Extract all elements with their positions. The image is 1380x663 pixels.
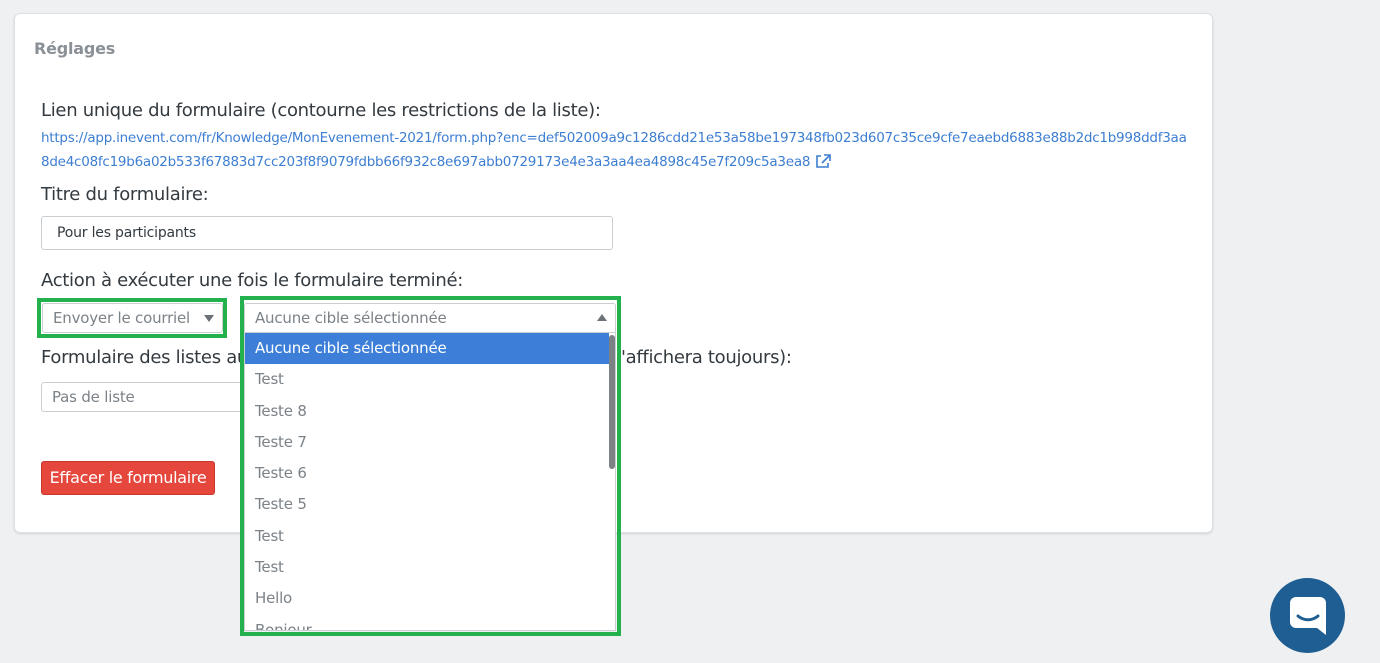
dropdown-option[interactable]: Teste 5	[245, 489, 615, 520]
dropdown-option[interactable]: Test	[245, 364, 615, 395]
dropdown-option[interactable]: Aucune cible sélectionnée	[245, 333, 609, 365]
action-select-value: Envoyer le courriel	[53, 309, 191, 327]
lists-select-value: Pas de liste	[52, 388, 135, 406]
unique-link-label: Lien unique du formulaire (contourne les…	[41, 100, 601, 121]
dropdown-option[interactable]: Hello	[245, 583, 615, 614]
dropdown-option[interactable]: Test	[245, 552, 615, 583]
chat-icon	[1290, 597, 1326, 635]
dropdown-scrollbar[interactable]	[609, 335, 615, 469]
form-title-input[interactable]: Pour les participants	[41, 216, 613, 250]
lists-label-right: 'affichera toujours):	[621, 347, 792, 368]
target-select-value: Aucune cible sélectionnée	[255, 309, 447, 327]
dropdown-option[interactable]: Teste 8	[245, 396, 615, 427]
lists-select[interactable]: Pas de liste	[41, 382, 261, 412]
dropdown-option[interactable]: Teste 7	[245, 427, 615, 458]
target-dropdown-list[interactable]: Aucune cible sélectionnée Test Teste 8 T…	[244, 333, 616, 631]
chat-launcher-button[interactable]	[1270, 578, 1345, 653]
caret-down-icon	[204, 315, 214, 322]
external-link-icon	[815, 153, 831, 177]
lists-label-left: Formulaire des listes aut	[41, 347, 255, 368]
form-title-label: Titre du formulaire:	[41, 184, 209, 205]
caret-up-icon	[597, 314, 607, 321]
unique-link-url: https://app.inevent.com/fr/Knowledge/Mon…	[41, 130, 1187, 170]
action-select[interactable]: Envoyer le courriel	[42, 303, 223, 333]
action-label: Action à exécuter une fois le formulaire…	[41, 270, 464, 291]
card-title: Réglages	[34, 39, 116, 58]
dropdown-option[interactable]: Bonjour	[245, 615, 615, 630]
unique-link[interactable]: https://app.inevent.com/fr/Knowledge/Mon…	[41, 126, 1191, 177]
delete-form-button[interactable]: Effacer le formulaire	[41, 461, 215, 495]
dropdown-option[interactable]: Teste 6	[245, 458, 615, 489]
page: Réglages Lien unique du formulaire (cont…	[0, 0, 1380, 663]
target-select[interactable]: Aucune cible sélectionnée	[244, 303, 616, 333]
dropdown-option[interactable]: Test	[245, 521, 615, 552]
